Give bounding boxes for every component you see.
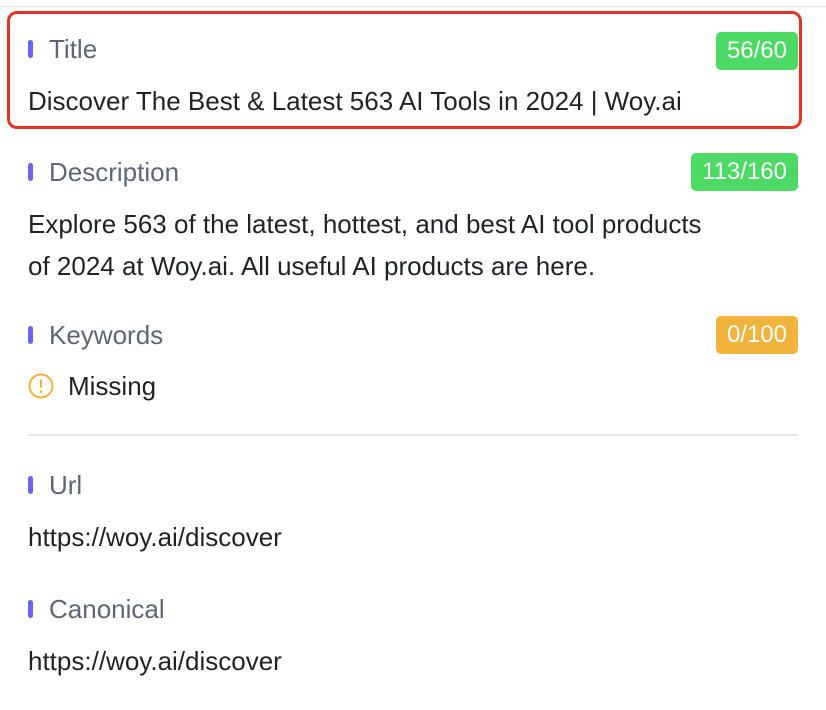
- section-divider: [28, 434, 798, 436]
- section-marker-bar: [28, 326, 33, 344]
- title-section: Title 56/60 Discover The Best & Latest 5…: [28, 32, 798, 122]
- canonical-label: Canonical: [49, 594, 165, 624]
- warning-circle-icon: [28, 373, 54, 399]
- keywords-section: Keywords 0/100 Missing: [28, 316, 798, 406]
- section-marker-bar: [28, 476, 33, 494]
- description-count-badge: 113/160: [691, 153, 798, 191]
- description-label: Description: [49, 157, 180, 187]
- url-section: Url https://woy.ai/discover: [28, 468, 798, 558]
- keywords-count-badge: 0/100: [715, 316, 798, 354]
- canonical-value: https://woy.ai/discover: [28, 646, 282, 676]
- description-value-line-2: of 2024 at Woy.ai. All useful AI product…: [28, 251, 596, 281]
- url-value: https://woy.ai/discover: [28, 522, 282, 552]
- description-section: Description 113/160 Explore 563 of the l…: [28, 153, 798, 287]
- section-marker-bar: [28, 163, 33, 181]
- section-marker-bar: [28, 600, 33, 618]
- title-count-badge: 56/60: [715, 32, 798, 70]
- keywords-status-row: Missing: [28, 366, 798, 406]
- title-value: Discover The Best & Latest 563 AI Tools …: [28, 86, 682, 116]
- keywords-label: Keywords: [49, 320, 164, 350]
- section-marker-bar: [28, 40, 33, 58]
- description-value-line-1: Explore 563 of the latest, hottest, and …: [28, 209, 702, 239]
- title-label: Title: [49, 34, 98, 64]
- canonical-section: Canonical https://woy.ai/discover: [28, 592, 798, 682]
- keywords-status-text: Missing: [68, 371, 157, 401]
- url-label: Url: [49, 470, 83, 500]
- top-divider: [0, 6, 826, 7]
